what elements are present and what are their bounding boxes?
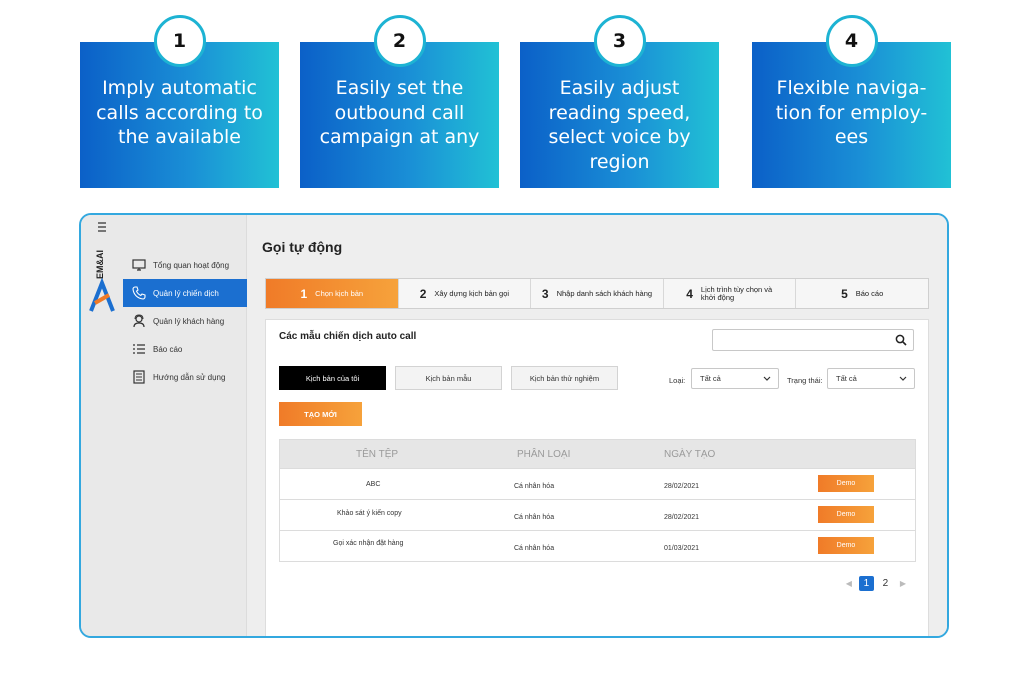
- sidebar-item-overview[interactable]: Tổng quan hoạt động: [123, 251, 247, 279]
- search-icon[interactable]: [895, 333, 907, 351]
- search-input[interactable]: [712, 329, 914, 351]
- cell-type: Cá nhân hóa: [514, 545, 555, 552]
- brand-name: EM&AI: [95, 250, 105, 279]
- sidebar-item-reports[interactable]: Báo cáo: [123, 335, 247, 363]
- table-header: TÊN TỆP PHÂN LOẠI NGÀY TẠO: [280, 440, 915, 468]
- cell-name: ABC: [366, 481, 381, 488]
- step-label: Lịch trình tùy chọn và khởi động: [700, 284, 773, 302]
- demo-button[interactable]: Demo: [818, 475, 874, 492]
- step-number: 4: [686, 286, 693, 301]
- phone-icon: [131, 286, 147, 300]
- step-number: 3: [541, 286, 549, 301]
- demo-button[interactable]: Demo: [818, 506, 874, 523]
- step-label: Xây dựng kịch bản gọi: [434, 289, 510, 298]
- feature-number: 1: [153, 15, 206, 67]
- table-row[interactable]: ABC Cá nhân hóa 28/02/2021 Demo: [280, 468, 915, 499]
- sidebar-item-guide[interactable]: Hướng dẫn sử dụng: [123, 363, 247, 391]
- sidebar-item-customers[interactable]: Quản lý khách hàng: [123, 307, 247, 335]
- step-3[interactable]: 3 Nhập danh sách khách hàng: [531, 279, 664, 308]
- step-number: 1: [300, 286, 308, 301]
- sidebar-item-label: Báo cáo: [153, 344, 183, 354]
- sidebar: EM&AI Tổng quan hoạt động Quản lý chiến …: [81, 215, 247, 636]
- type-filter-label: Loại:: [669, 376, 686, 385]
- feature-number: 3: [593, 15, 646, 67]
- table-row[interactable]: Khảo sát ý kiến copy Cá nhân hóa 28/02/2…: [280, 499, 915, 530]
- step-label: Nhập danh sách khách hàng: [556, 289, 653, 298]
- tab-my-scripts[interactable]: Kịch bản của tôi: [279, 366, 386, 390]
- status-filter-label: Trạng thái:: [787, 376, 823, 385]
- step-4[interactable]: 4 Lịch trình tùy chọn và khởi động: [663, 279, 797, 308]
- chevron-down-icon: [763, 373, 771, 385]
- main-content: Gọi tự động 1 Chọn kịch bản 2 Xây dựng k…: [248, 215, 947, 636]
- table-row[interactable]: Gọi xác nhận đặt hàng Cá nhân hóa 01/03/…: [280, 530, 915, 561]
- chevron-down-icon: [899, 373, 907, 385]
- cell-date: 28/02/2021: [664, 483, 700, 490]
- feature-card-1: 1 Imply automatic calls according to the…: [80, 15, 279, 188]
- menu-icon[interactable]: [97, 221, 107, 233]
- app-window: EM&AI Tổng quan hoạt động Quản lý chiến …: [79, 213, 949, 638]
- list-icon: [131, 342, 147, 356]
- page: 1 Imply automatic calls according to the…: [0, 0, 1024, 683]
- templates-table: TÊN TỆP PHÂN LOẠI NGÀY TẠO ABC Cá nhân h…: [279, 439, 916, 562]
- step-5[interactable]: 5 Báo cáo: [796, 279, 928, 308]
- create-new-button[interactable]: TẠO MỚI: [279, 402, 362, 426]
- step-number: 5: [841, 286, 848, 301]
- tab-test-scripts[interactable]: Kịch bản thử nghiệm: [511, 366, 618, 390]
- feature-card-3: 3 Easily adjust reading speed, select vo…: [520, 15, 719, 188]
- feature-number: 2: [373, 15, 426, 67]
- select-value: Tất cả: [700, 374, 721, 383]
- cell-type: Cá nhân hóa: [514, 514, 555, 521]
- step-label: Báo cáo: [855, 289, 884, 298]
- wizard-stepper: 1 Chọn kịch bản 2 Xây dựng kịch bản gọi …: [265, 278, 929, 309]
- sidebar-item-label: Quản lý khách hàng: [153, 316, 225, 326]
- pagination: ◀ 1 2 ▶: [841, 576, 911, 591]
- column-header-type: PHÂN LOẠI: [517, 449, 571, 460]
- feature-card-4: 4 Flexible naviga- tion for employ- ees: [752, 15, 951, 188]
- page-button[interactable]: 2: [878, 576, 893, 591]
- user-headset-icon: [131, 314, 147, 328]
- templates-panel: Các mẫu chiến dịch auto call Kịch bản củ…: [265, 319, 929, 636]
- sidebar-item-campaigns[interactable]: Quản lý chiến dịch: [123, 279, 247, 307]
- cell-date: 28/02/2021: [664, 514, 700, 521]
- feature-number: 4: [825, 15, 878, 67]
- sidebar-item-label: Tổng quan hoạt động: [153, 260, 230, 270]
- panel-title: Các mẫu chiến dịch auto call: [279, 331, 417, 342]
- tab-sample-scripts[interactable]: Kịch bản mẫu: [395, 366, 502, 390]
- type-filter-select[interactable]: Tất cả: [691, 368, 779, 389]
- next-page-icon[interactable]: ▶: [900, 579, 906, 588]
- prev-page-icon[interactable]: ◀: [846, 579, 852, 588]
- demo-button[interactable]: Demo: [818, 537, 874, 554]
- feature-text: Easily adjust reading speed, select voic…: [548, 77, 691, 173]
- brand-logo: EM&AI: [85, 219, 117, 319]
- step-1[interactable]: 1 Chọn kịch bản: [266, 279, 399, 308]
- sidebar-item-label: Hướng dẫn sử dụng: [153, 372, 226, 382]
- page-button[interactable]: 1: [858, 576, 874, 591]
- cell-date: 01/03/2021: [664, 545, 700, 552]
- feature-card-2: 2 Easily set the outbound call campaign …: [300, 15, 499, 188]
- cell-name: Gọi xác nhận đặt hàng: [333, 540, 404, 547]
- cell-type: Cá nhân hóa: [514, 483, 555, 490]
- monitor-icon: [131, 258, 147, 272]
- status-filter-select[interactable]: Tất cả: [827, 368, 915, 389]
- cell-name: Khảo sát ý kiến copy: [337, 510, 402, 517]
- feature-text: Flexible naviga- tion for employ- ees: [775, 77, 928, 148]
- column-header-name: TÊN TỆP: [356, 449, 399, 460]
- select-value: Tất cả: [836, 374, 857, 383]
- feature-text: Imply automatic calls according to the a…: [96, 77, 263, 148]
- step-number: 2: [419, 286, 427, 301]
- step-2[interactable]: 2 Xây dựng kịch bản gọi: [398, 279, 532, 308]
- page-title: Gọi tự động: [262, 239, 343, 255]
- document-icon: [131, 370, 147, 384]
- step-label: Chọn kịch bản: [315, 289, 364, 298]
- column-header-date: NGÀY TẠO: [664, 449, 716, 460]
- sidebar-item-label: Quản lý chiến dịch: [153, 288, 219, 298]
- logo-mark-icon: [89, 277, 115, 312]
- feature-text: Easily set the outbound call campaign at…: [319, 77, 480, 148]
